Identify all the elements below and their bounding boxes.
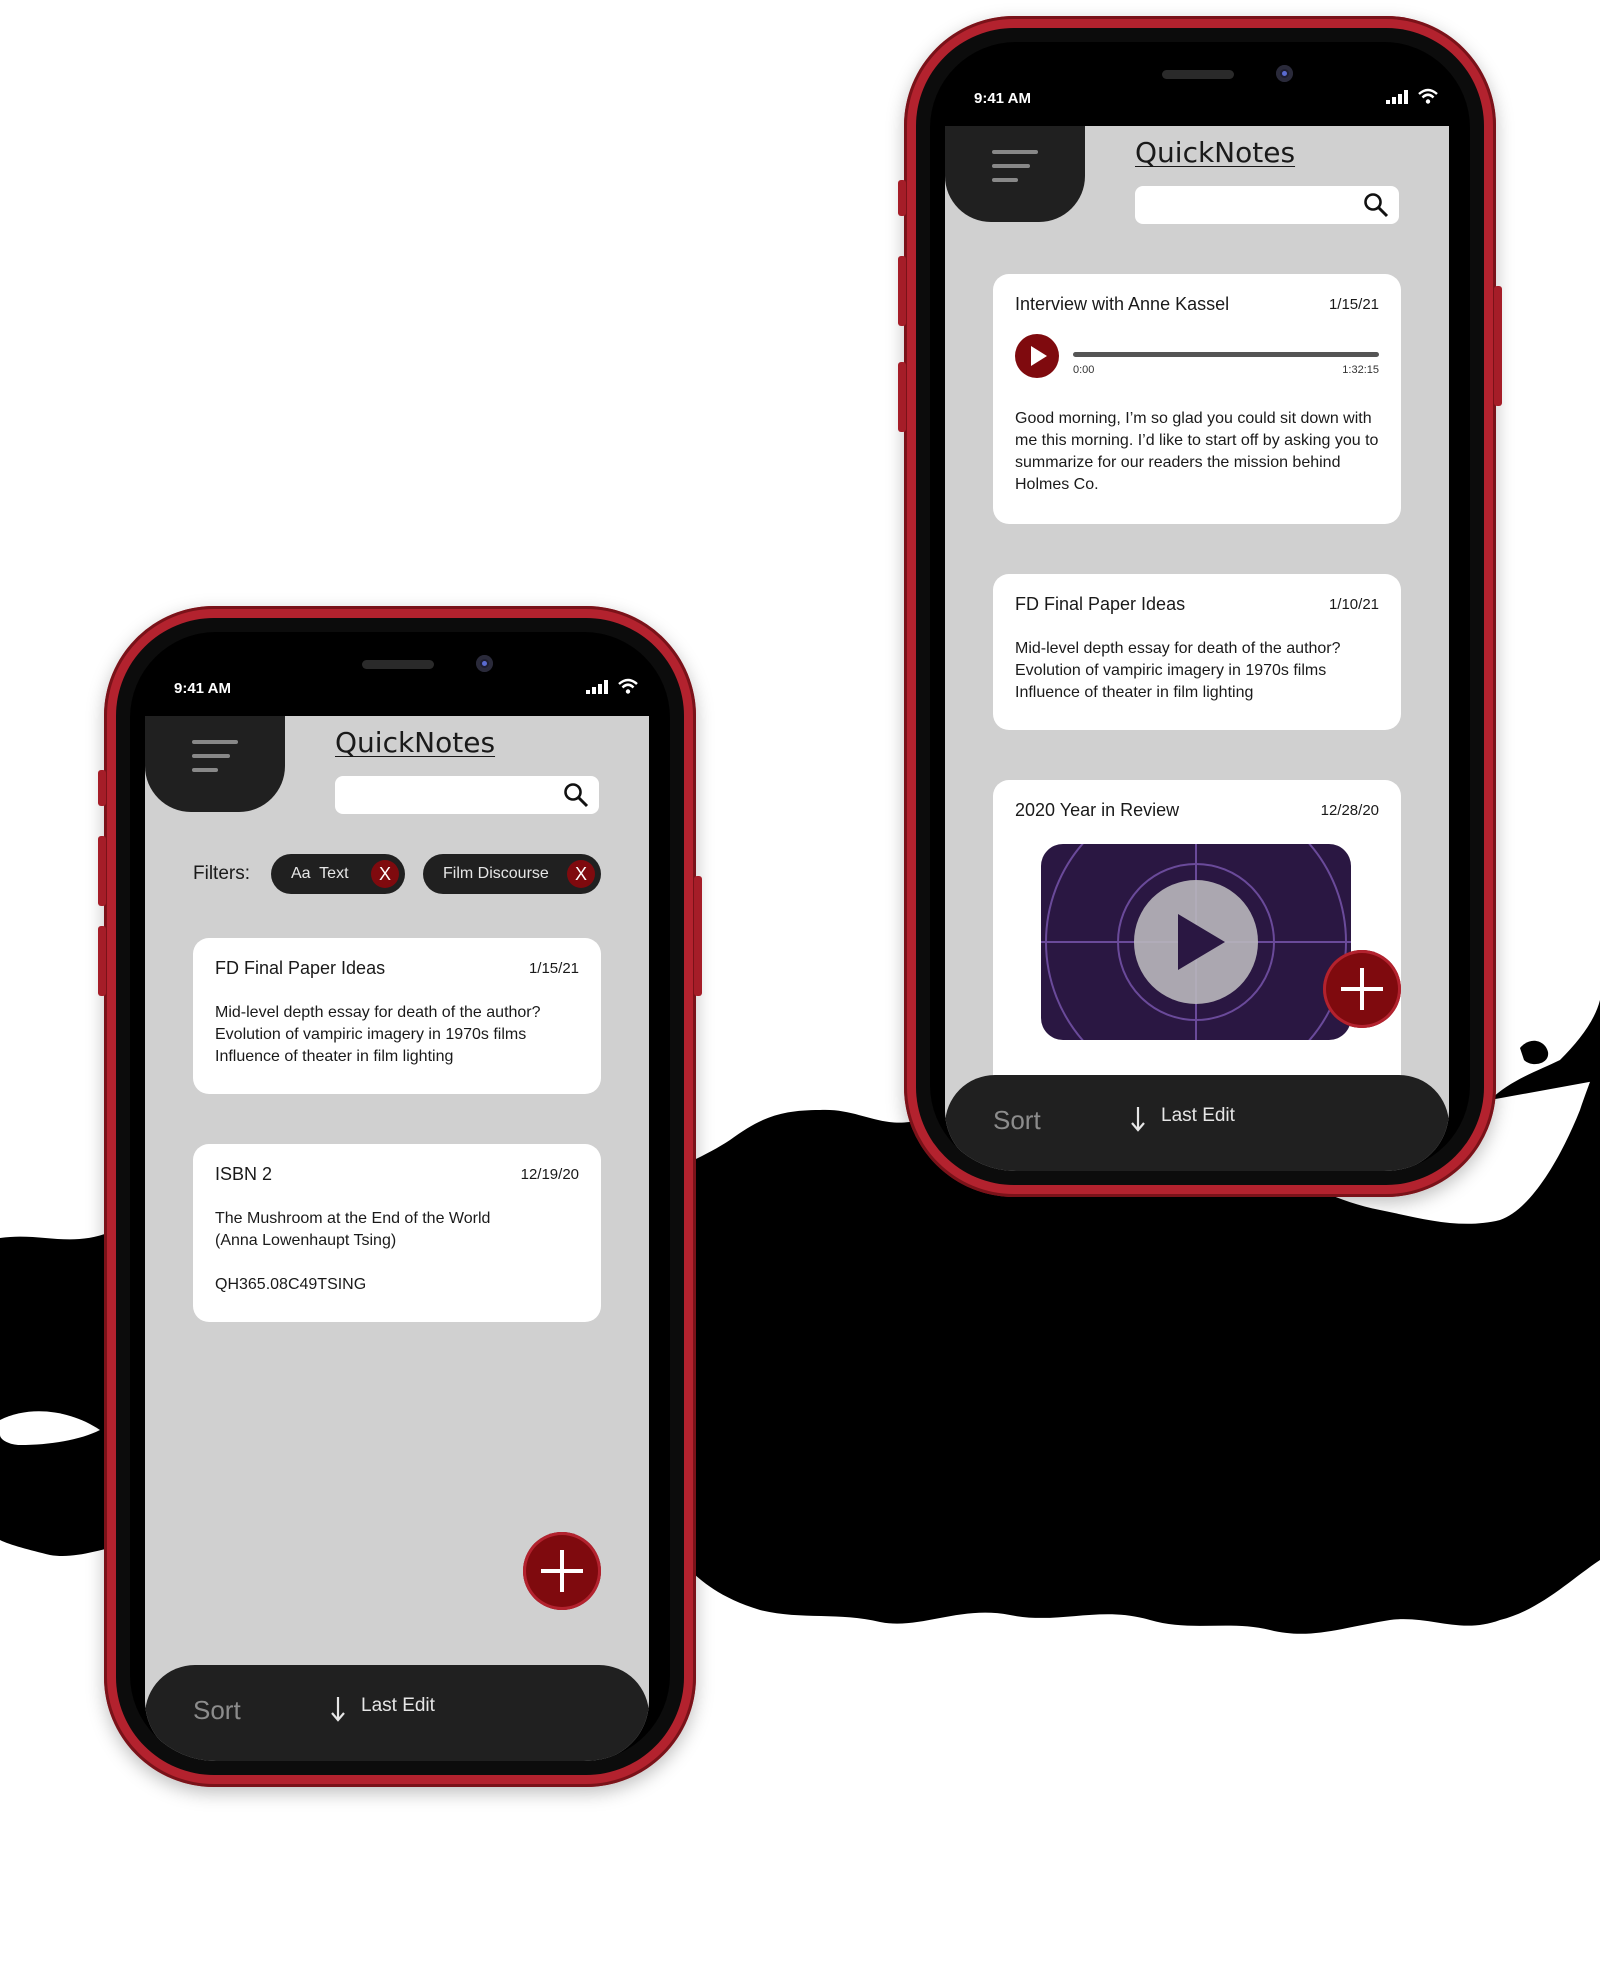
audio-play-button[interactable] [1015, 334, 1059, 378]
filters-label: Filters: [193, 863, 250, 884]
add-note-button[interactable] [523, 1532, 601, 1610]
sort-last-edit-option[interactable]: Last Edit [361, 1695, 435, 1717]
video-thumbnail[interactable] [1041, 844, 1351, 1040]
note-title: FD Final Paper Ideas [215, 958, 386, 978]
app-screen: QuickNotes Interview with Anne Kassel 1/… [945, 126, 1449, 1171]
search-input[interactable] [1135, 186, 1399, 224]
remove-filter-button[interactable]: X [371, 860, 399, 888]
phone-right: 9:41 AM QuickNotes Interview with Anne K… [898, 16, 1502, 1197]
note-date: 1/10/21 [1328, 596, 1379, 613]
note-card[interactable]: FD Final Paper Ideas 1/10/21 Mid-level d… [993, 574, 1401, 730]
note-body: The Mushroom at the End of the World (An… [215, 1210, 491, 1249]
note-card[interactable]: ISBN 2 12/19/20 The Mushroom at the End … [193, 1144, 601, 1322]
sort-button[interactable]: Sort [993, 1105, 1041, 1136]
note-body: Good morning, I’m so glad you could sit … [1015, 410, 1379, 493]
search-input[interactable] [335, 776, 599, 814]
app-title: QuickNotes [335, 726, 496, 759]
hamburger-menu-button[interactable] [945, 126, 1085, 222]
note-title: Interview with Anne Kassel [1015, 294, 1230, 314]
status-time: 9:41 AM [174, 680, 231, 697]
arrow-down-icon [1131, 1107, 1145, 1132]
menu-icon [992, 150, 1038, 154]
front-camera [1276, 65, 1293, 82]
status-bar: 9:41 AM [130, 632, 670, 712]
search-icon[interactable] [1363, 192, 1389, 218]
remove-filter-button[interactable]: X [567, 860, 595, 888]
filter-chip-film-discourse[interactable]: Film Discourse X [423, 854, 601, 894]
note-card[interactable]: Interview with Anne Kassel 1/15/21 0:00 … [993, 274, 1401, 524]
status-time: 9:41 AM [974, 90, 1031, 107]
filter-chip-label: Aa Text [291, 865, 349, 882]
audio-current-time: 0:00 [1073, 364, 1095, 376]
note-title: 2020 Year in Review [1015, 800, 1180, 820]
speaker-grille [1162, 70, 1234, 79]
menu-icon [192, 740, 238, 744]
add-note-button[interactable] [1323, 950, 1401, 1028]
front-camera [476, 655, 493, 672]
search-icon[interactable] [563, 782, 589, 808]
filter-chip-text[interactable]: Aa Text X [271, 854, 405, 894]
cellular-signal-icon [1386, 90, 1408, 104]
note-title: ISBN 2 [215, 1164, 273, 1184]
note-date: 12/19/20 [520, 1166, 579, 1183]
note-body: Mid-level depth essay for death of the a… [1015, 640, 1341, 701]
note-card[interactable]: 2020 Year in Review 12/28/20 [993, 780, 1401, 1100]
cellular-signal-icon [586, 680, 608, 694]
wifi-icon [1418, 88, 1438, 104]
sort-bar: Sort Last Edit [145, 1665, 649, 1761]
note-card[interactable]: FD Final Paper Ideas 1/15/21 Mid-level d… [193, 938, 601, 1094]
video-play-icon [1041, 844, 1351, 1040]
status-bar: 9:41 AM [930, 42, 1470, 122]
note-date: 1/15/21 [528, 960, 579, 977]
note-date: 1/15/21 [1328, 296, 1379, 313]
sort-last-edit-option[interactable]: Last Edit [1161, 1105, 1235, 1127]
note-body: Mid-level depth essay for death of the a… [215, 1004, 541, 1065]
filter-chip-label: Film Discourse [443, 865, 549, 882]
phone-left: 9:41 AM QuickNotes Filters: Aa Text X Fi… [98, 606, 702, 1787]
note-title: FD Final Paper Ideas [1015, 594, 1186, 614]
audio-duration: 1:32:15 [1342, 364, 1379, 376]
sort-button[interactable]: Sort [193, 1695, 241, 1726]
app-title: QuickNotes [1135, 136, 1296, 169]
speaker-grille [362, 660, 434, 669]
hamburger-menu-button[interactable] [145, 716, 285, 812]
note-call-number: QH365.08C49TSING [215, 1276, 367, 1293]
wifi-icon [618, 678, 638, 694]
arrow-down-icon [331, 1697, 345, 1722]
app-screen: QuickNotes Filters: Aa Text X Film Disco… [145, 716, 649, 1761]
sort-bar: Sort Last Edit [945, 1075, 1449, 1171]
audio-progress-bar[interactable] [1073, 352, 1379, 357]
note-date: 12/28/20 [1320, 802, 1379, 819]
